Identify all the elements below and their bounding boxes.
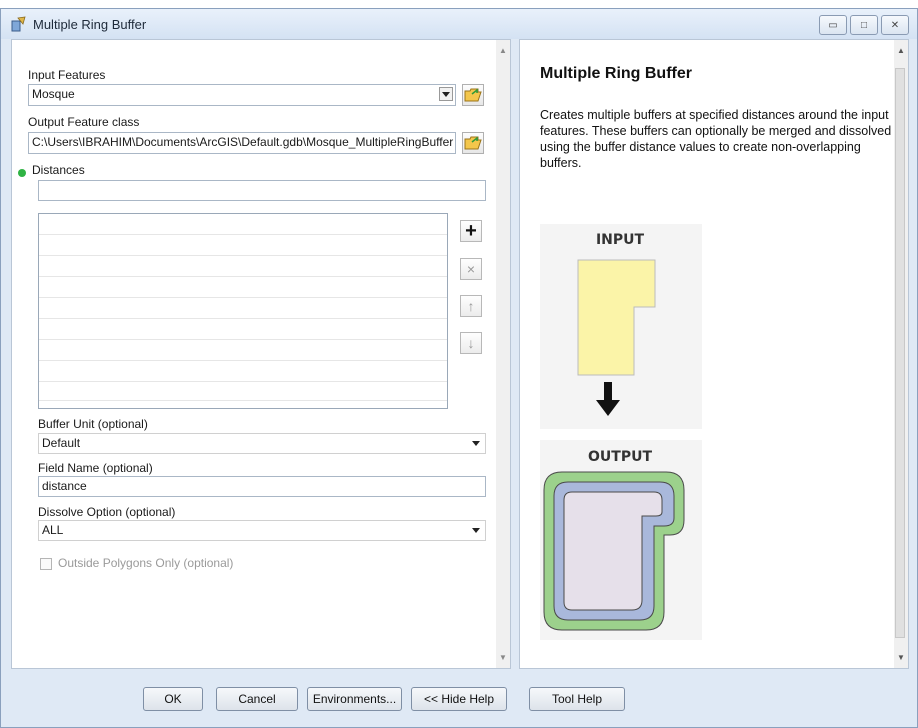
- scroll-thumb[interactable]: [895, 68, 905, 638]
- dissolve-option-value: ALL: [42, 523, 64, 537]
- remove-icon: ×: [466, 261, 476, 277]
- maximize-button[interactable]: □: [850, 15, 878, 35]
- outside-polygons-label: Outside Polygons Only (optional): [58, 556, 234, 570]
- scroll-down-icon: ▼: [897, 653, 905, 662]
- dissolve-option-dropdown[interactable]: ALL: [38, 520, 486, 541]
- tool-help-button[interactable]: Tool Help: [529, 687, 625, 711]
- buffer-diagram: INPUT OUTPUT: [540, 224, 702, 640]
- scroll-down-icon: ▼: [499, 653, 507, 662]
- list-row-divider: [39, 255, 447, 256]
- diagram-input-label: INPUT: [596, 232, 645, 248]
- arrow-up-icon: ↑: [467, 298, 475, 314]
- list-row-divider: [39, 339, 447, 340]
- parameters-pane: Input Features Mosque Output Feature cla…: [11, 39, 511, 669]
- input-features-label: Input Features: [28, 68, 106, 82]
- dropdown-button[interactable]: [439, 87, 453, 101]
- help-description: Creates multiple buffers at specified di…: [540, 108, 892, 170]
- chevron-down-icon: [472, 441, 480, 446]
- list-row-divider: [39, 318, 447, 319]
- open-folder-icon: [464, 88, 482, 102]
- dissolve-option-label: Dissolve Option (optional): [38, 505, 176, 519]
- chevron-down-icon: [472, 528, 480, 533]
- list-row-divider: [39, 360, 447, 361]
- buffer-unit-label: Buffer Unit (optional): [38, 417, 148, 431]
- list-row-divider: [39, 381, 447, 382]
- close-icon: ✕: [890, 19, 900, 31]
- outside-polygons-checkbox[interactable]: [40, 558, 52, 570]
- scroll-up-icon: ▲: [499, 46, 507, 55]
- cancel-button[interactable]: Cancel: [216, 687, 298, 711]
- distances-input[interactable]: [38, 180, 486, 201]
- remove-distance-button[interactable]: ×: [460, 258, 482, 280]
- buffer-unit-value: Default: [42, 436, 81, 450]
- move-down-button[interactable]: ↓: [460, 332, 482, 354]
- help-scrollbar[interactable]: ▲ ▼: [894, 40, 908, 668]
- move-up-button[interactable]: ↑: [460, 295, 482, 317]
- browse-input-button[interactable]: [462, 84, 484, 106]
- list-row-divider: [39, 276, 447, 277]
- list-row-divider: [39, 234, 447, 235]
- help-title: Multiple Ring Buffer: [540, 65, 692, 82]
- buffer-unit-dropdown[interactable]: Default: [38, 433, 486, 454]
- close-button[interactable]: ✕: [881, 15, 909, 35]
- arrow-down-icon: ↓: [467, 335, 475, 351]
- output-feature-class-label: Output Feature class: [28, 115, 140, 129]
- required-indicator-icon: [18, 169, 26, 177]
- title-bar[interactable]: Multiple Ring Buffer ▭ □ ✕: [1, 9, 917, 39]
- tool-dialog-window: Multiple Ring Buffer ▭ □ ✕ Input Feature…: [0, 8, 918, 728]
- tool-app-icon: [11, 16, 26, 32]
- scroll-up-icon: ▲: [897, 46, 905, 55]
- environments-button[interactable]: Environments...: [307, 687, 402, 711]
- input-features-dropdown[interactable]: Mosque: [28, 84, 456, 106]
- ok-button[interactable]: OK: [143, 687, 203, 711]
- input-features-value: Mosque: [32, 87, 75, 101]
- parameters-scrollbar[interactable]: ▲ ▼: [496, 40, 510, 668]
- diagram-output-label: OUTPUT: [588, 449, 652, 465]
- field-name-input[interactable]: distance: [38, 476, 486, 497]
- chevron-down-icon: [442, 92, 450, 97]
- distances-list[interactable]: [38, 213, 448, 409]
- field-name-label: Field Name (optional): [38, 461, 153, 475]
- field-name-value: distance: [42, 479, 87, 493]
- list-row-divider: [39, 297, 447, 298]
- open-folder-icon: [464, 136, 482, 150]
- plus-icon: +: [465, 219, 477, 242]
- browse-output-button[interactable]: [462, 132, 484, 154]
- list-row-divider: [39, 400, 447, 401]
- distances-label: Distances: [32, 163, 85, 177]
- output-feature-class-input[interactable]: C:\Users\IBRAHIM\Documents\ArcGIS\Defaul…: [28, 132, 456, 154]
- help-pane: Multiple Ring Buffer Creates multiple bu…: [519, 39, 909, 669]
- minimize-button[interactable]: ▭: [819, 15, 847, 35]
- dialog-button-bar: OK Cancel Environments... << Hide Help T…: [1, 669, 917, 727]
- hide-help-button[interactable]: << Hide Help: [411, 687, 507, 711]
- minimize-icon: ▭: [828, 19, 838, 31]
- maximize-icon: □: [860, 19, 868, 31]
- window-title: Multiple Ring Buffer: [33, 17, 147, 32]
- window-controls: ▭ □ ✕: [819, 15, 909, 35]
- add-distance-button[interactable]: +: [460, 220, 482, 242]
- output-feature-class-value: C:\Users\IBRAHIM\Documents\ArcGIS\Defaul…: [32, 135, 454, 149]
